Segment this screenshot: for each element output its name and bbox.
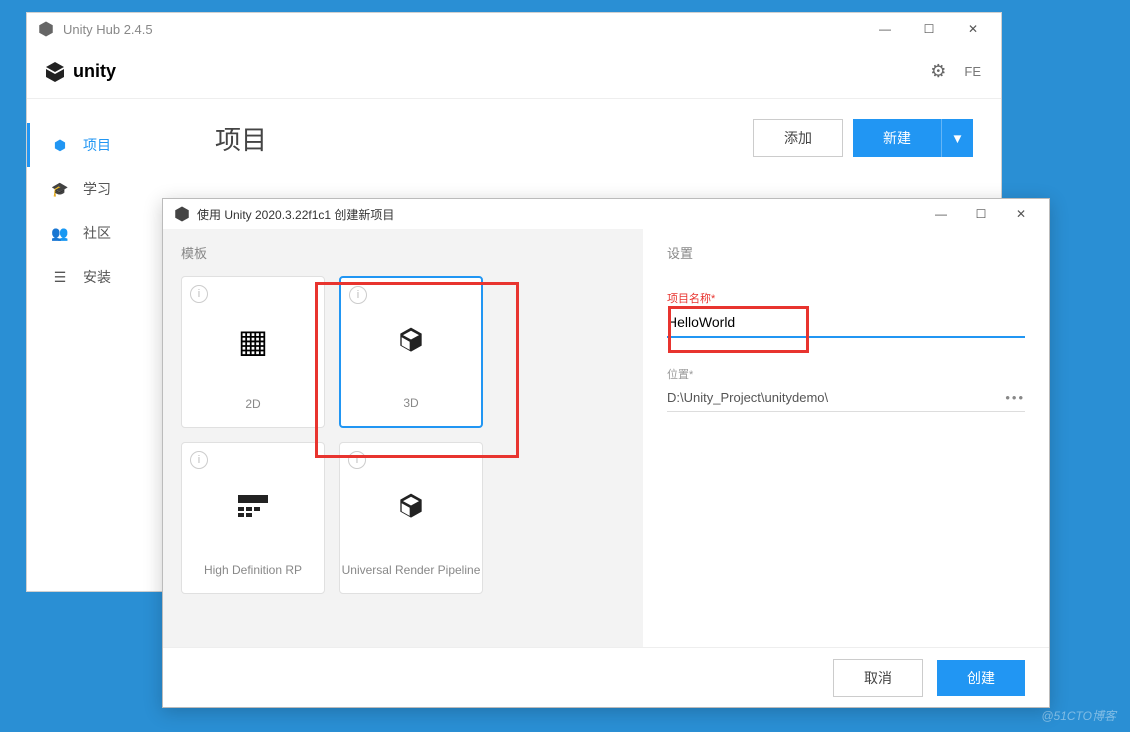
maximize-button[interactable]: ☐: [909, 15, 949, 43]
sidebar-item-projects[interactable]: ⬢ 项目: [27, 123, 187, 167]
unity-icon: [173, 205, 191, 223]
group-icon: 👥: [51, 225, 69, 242]
dialog-footer: 取消 创建: [163, 647, 1049, 707]
template-name: 3D: [403, 396, 418, 426]
sidebar-item-label: 学习: [83, 179, 111, 199]
minimize-button[interactable]: —: [865, 15, 905, 43]
page-title: 项目: [215, 120, 267, 157]
dialog-title-text: 使用 Unity 2020.3.22f1c1 创建新项目: [197, 206, 394, 223]
info-icon[interactable]: i: [349, 286, 367, 304]
hub-title-text: Unity Hub 2.4.5: [63, 22, 153, 37]
browse-button[interactable]: •••: [1005, 390, 1025, 405]
unity-logo-text: unity: [73, 61, 116, 82]
project-name-label: 项目名称*: [667, 290, 1025, 306]
create-button[interactable]: 创建: [937, 660, 1025, 696]
info-icon[interactable]: i: [190, 451, 208, 469]
cancel-button[interactable]: 取消: [833, 659, 923, 697]
settings-panel: 设置 项目名称* 位置* D:\Unity_Project\unitydemo\…: [643, 229, 1049, 647]
menu-icon: ☰: [51, 269, 69, 286]
dialog-maximize-button[interactable]: ☐: [961, 200, 1001, 228]
template-3d[interactable]: i 3D: [339, 276, 483, 428]
template-2d[interactable]: i ▦ 2D: [181, 276, 325, 428]
info-icon[interactable]: i: [190, 285, 208, 303]
new-dropdown-button[interactable]: ▼: [941, 119, 973, 157]
template-hdrp[interactable]: i High Definition RP: [181, 442, 325, 594]
sidebar-item-label: 社区: [83, 223, 111, 243]
project-name-input[interactable]: [667, 308, 1025, 338]
close-button[interactable]: ✕: [953, 15, 993, 43]
dialog-titlebar: 使用 Unity 2020.3.22f1c1 创建新项目 — ☐ ✕: [163, 199, 1049, 229]
unity-icon: [37, 20, 55, 38]
new-button[interactable]: 新建: [853, 119, 941, 157]
sidebar-item-label: 安装: [83, 267, 111, 287]
hdrp-icon: [238, 451, 268, 563]
unity-logo-icon: [43, 60, 67, 84]
template-name: 2D: [245, 397, 260, 427]
location-value: D:\Unity_Project\unitydemo\: [667, 390, 828, 405]
gear-icon[interactable]: ⚙: [930, 61, 946, 82]
hub-titlebar: Unity Hub 2.4.5 — ☐ ✕: [27, 13, 1001, 45]
sidebar-item-label: 项目: [83, 135, 111, 155]
add-button[interactable]: 添加: [753, 119, 843, 157]
hub-topbar: unity ⚙ FE: [27, 45, 1001, 99]
templates-label: 模板: [181, 243, 625, 262]
templates-panel: 模板 i ▦ 2D i 3D i High Definition RP: [163, 229, 643, 647]
grad-icon: 🎓: [51, 181, 69, 198]
cube-icon: [395, 286, 427, 396]
settings-label: 设置: [667, 243, 1025, 262]
dialog-close-button[interactable]: ✕: [1001, 200, 1041, 228]
cube-icon: [395, 451, 427, 563]
user-avatar[interactable]: FE: [964, 64, 981, 79]
watermark: @51CTO博客: [1041, 707, 1116, 724]
grid-icon: ▦: [238, 285, 268, 397]
template-name: High Definition RP: [204, 563, 302, 593]
location-label: 位置*: [667, 366, 1025, 382]
template-urp[interactable]: i Universal Render Pipeline: [339, 442, 483, 594]
template-name: Universal Render Pipeline: [342, 563, 481, 593]
unity-logo: unity: [43, 60, 116, 84]
cube-icon: ⬢: [51, 137, 69, 154]
dialog-minimize-button[interactable]: —: [921, 200, 961, 228]
info-icon[interactable]: i: [348, 451, 366, 469]
new-project-dialog: 使用 Unity 2020.3.22f1c1 创建新项目 — ☐ ✕ 模板 i …: [162, 198, 1050, 708]
